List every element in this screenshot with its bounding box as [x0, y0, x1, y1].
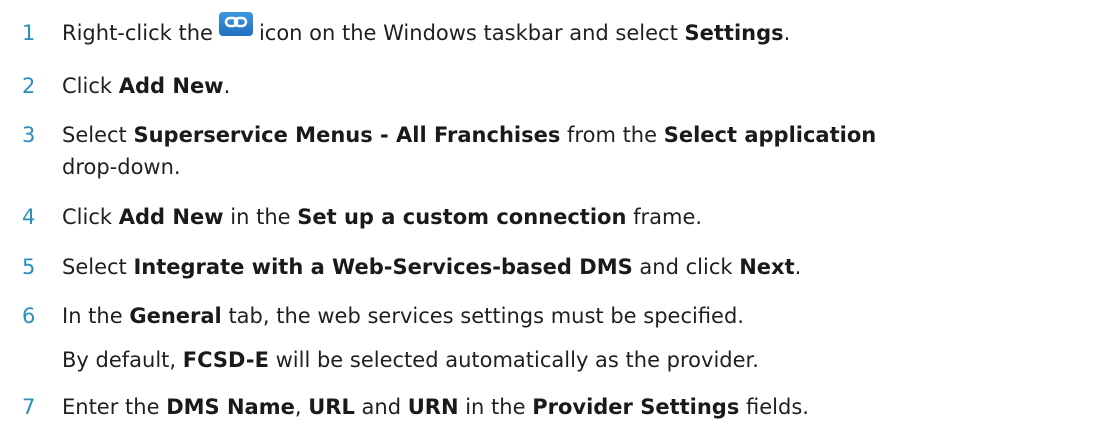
step-number: 7	[22, 395, 36, 419]
ui-term: URL	[308, 395, 355, 419]
step-text-part: and click	[639, 255, 733, 279]
ui-term: Add New	[118, 74, 224, 98]
step-text-part: in the	[230, 205, 291, 229]
step-note: By default, FCSD-E will be selected auto…	[62, 347, 759, 373]
ui-term: Settings	[684, 21, 784, 45]
step-text-part: .	[223, 74, 231, 98]
step-text: Right-click the icon on the Windows taskb…	[62, 12, 791, 46]
step-text: Select Superservice Menus - All Franchis…	[62, 122, 876, 148]
link-chain-icon	[218, 12, 253, 36]
ui-term: DMS Name	[166, 395, 295, 419]
ui-term: Set up a custom connection	[297, 205, 627, 229]
step-text-part: frame.	[633, 205, 703, 229]
step-text-part: Select	[62, 255, 127, 279]
step-text-part: Click	[62, 205, 113, 229]
ui-term: Integrate with a Web-Services-based DMS	[133, 255, 633, 279]
ui-term: Select application	[663, 123, 877, 147]
step-number: 3	[22, 123, 36, 147]
ui-term: Next	[739, 255, 795, 279]
step-text-part: will be selected automatically as the pr…	[275, 348, 759, 372]
step-text-part: in the	[465, 395, 526, 419]
step-text: Enter the DMS Name, URL and URN in the P…	[62, 394, 809, 420]
step-text-part: Right-click the	[62, 21, 213, 45]
step-text-part: from the	[567, 123, 658, 147]
step-text-part: .	[783, 21, 791, 45]
step-text-part: Select	[62, 123, 127, 147]
ui-term: General	[129, 304, 222, 328]
ui-term: Superservice Menus - All Franchises	[133, 123, 561, 147]
instruction-steps: 1 Right-click the icon on the Windows tas…	[0, 0, 1094, 440]
step-text: Click Add New in the Set up a custom con…	[62, 204, 702, 230]
step-number: 2	[22, 74, 36, 98]
step-text: In the General tab, the web services set…	[62, 303, 744, 329]
ui-term: Add New	[118, 205, 224, 229]
ui-term: FCSD-E	[182, 348, 269, 372]
step-text-part: and	[361, 395, 402, 419]
step-number: 6	[22, 304, 36, 328]
step-text-part: By default,	[62, 348, 177, 372]
step-text-part: .	[794, 255, 802, 279]
step-number: 5	[22, 255, 36, 279]
step-number: 4	[22, 205, 36, 229]
step-text-part: tab, the web services settings must be s…	[228, 304, 744, 328]
ui-term: Provider Settings	[532, 395, 740, 419]
step-text-continuation: drop-down.	[62, 155, 181, 179]
step-text: Select Integrate with a Web-Services-bas…	[62, 254, 801, 280]
step-text-part: Click	[62, 74, 113, 98]
step-text-part: In the	[62, 304, 123, 328]
step-text-part: icon on the Windows taskbar and select	[258, 21, 678, 45]
step-text-part: ,	[294, 395, 302, 419]
step-number: 1	[22, 21, 36, 45]
step-text: Click Add New.	[62, 73, 230, 99]
step-text-part: Enter the	[62, 395, 160, 419]
ui-term: URN	[407, 395, 459, 419]
step-text-part: fields.	[746, 395, 809, 419]
